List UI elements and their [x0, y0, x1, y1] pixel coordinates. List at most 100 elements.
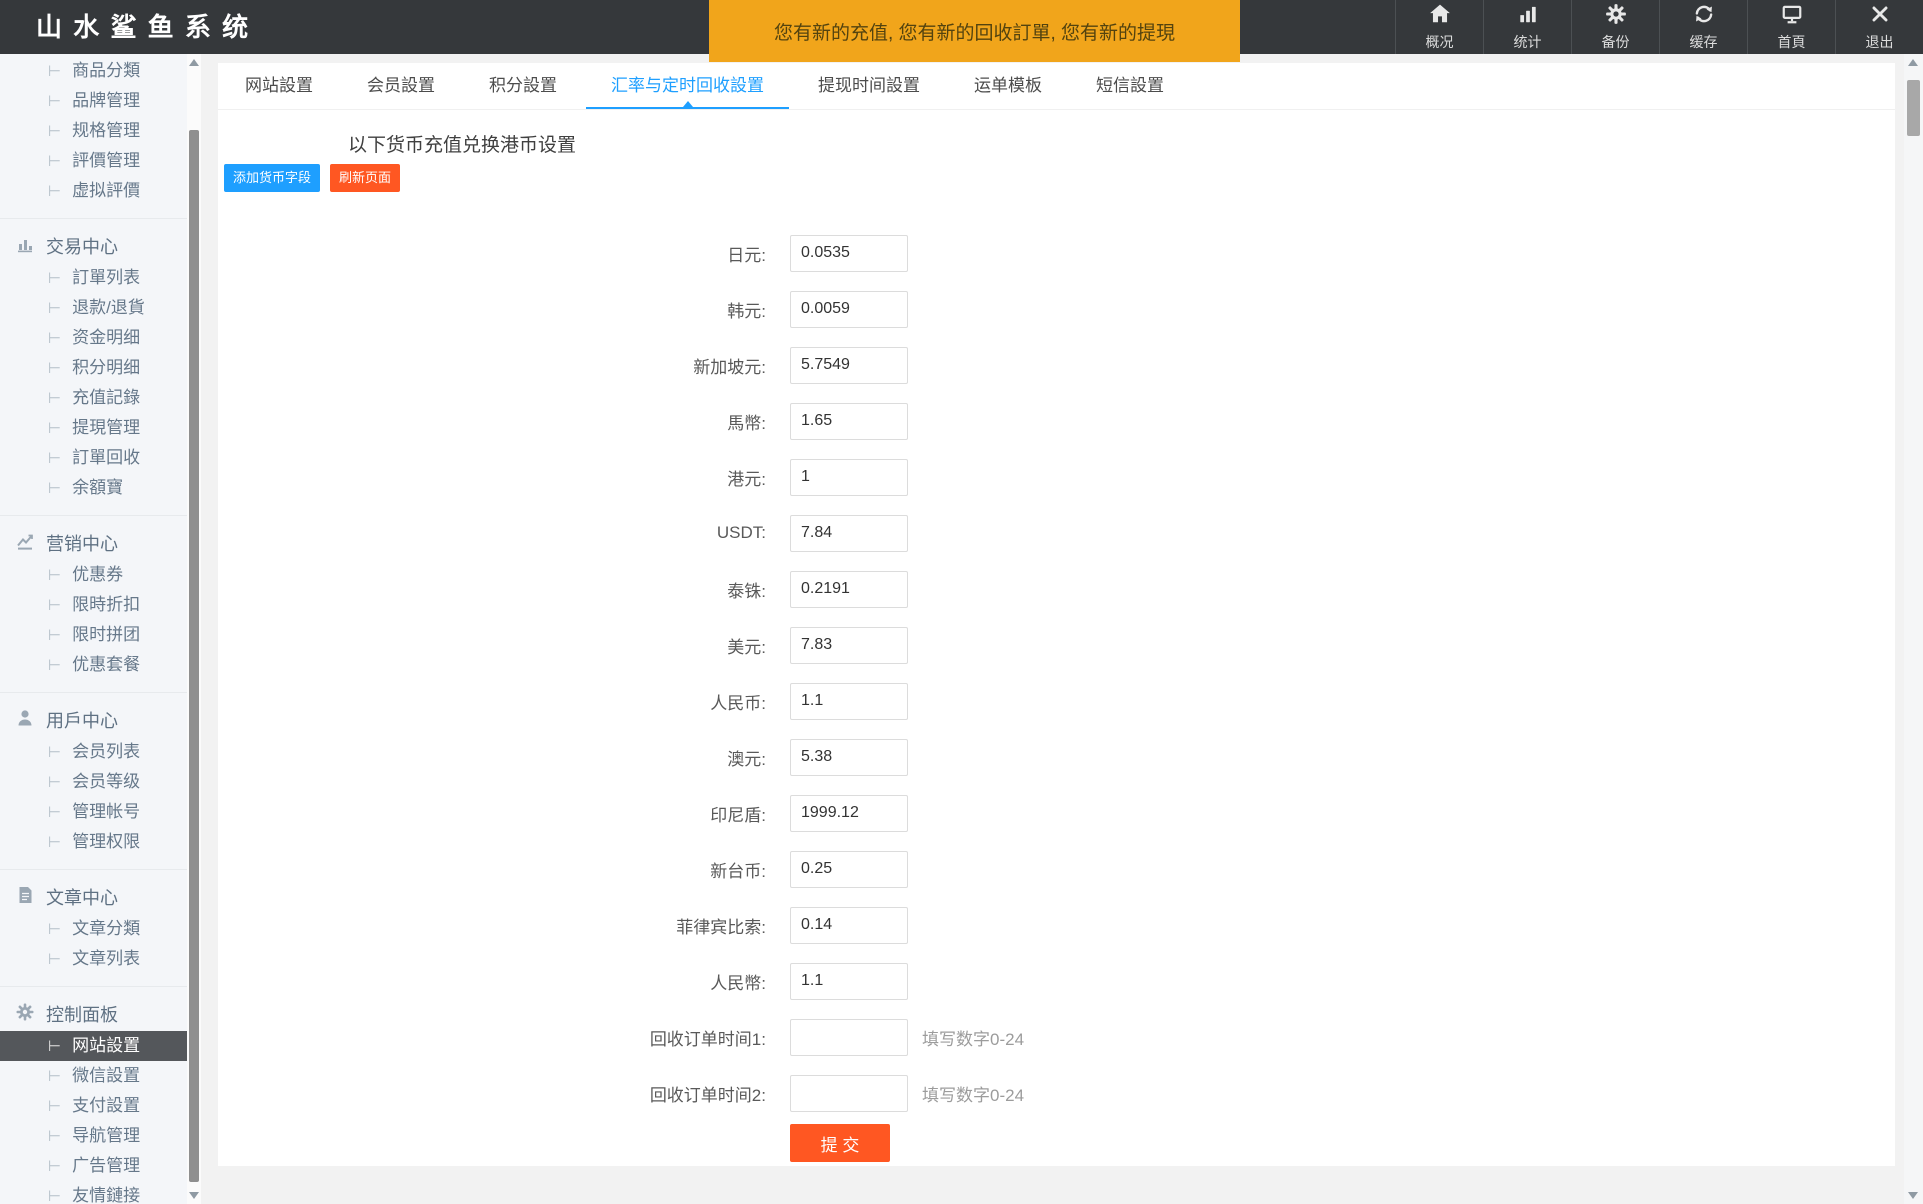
- tab-member-settings[interactable]: 会员設置: [340, 63, 462, 109]
- item-tick: ⊢: [48, 567, 62, 584]
- form-row-aud: 澳元:: [218, 729, 1895, 785]
- field-label: 回收订单时间1:: [649, 1029, 766, 1049]
- nav-item-overview[interactable]: 概况: [1395, 0, 1483, 54]
- tab-points-settings[interactable]: 积分設置: [462, 63, 584, 109]
- sidebar-item-review-management[interactable]: ⊢ 評價管理: [0, 146, 187, 176]
- sidebar-item-coupon[interactable]: ⊢ 优惠券: [0, 560, 187, 590]
- submit-button[interactable]: 提 交: [790, 1124, 890, 1162]
- sidebar-item-points-details[interactable]: ⊢ 积分明细: [0, 353, 187, 383]
- sidebar-item-label: 规格管理: [72, 121, 141, 140]
- submit-row: 提 交: [218, 1124, 1895, 1162]
- rate-input-rmb[interactable]: [790, 962, 908, 1000]
- field-label: 人民币:: [710, 693, 766, 713]
- rate-input-myr[interactable]: [790, 402, 908, 440]
- sidebar-scrollbar-thumb[interactable]: [189, 130, 199, 1182]
- rate-input-krw[interactable]: [790, 290, 908, 328]
- sidebar-header-user-center[interactable]: 用戶中心: [0, 703, 187, 737]
- tab-withdraw-time-settings[interactable]: 提现时间設置: [791, 63, 947, 109]
- field-label: 新台币:: [710, 861, 766, 881]
- sidebar-item-label: 会员列表: [72, 742, 141, 761]
- settings-tabbar: 网站設置 会员設置 积分設置 汇率与定时回收設置 提现时间設置 运单模板 短信設…: [218, 63, 1895, 110]
- sidebar-header-control-panel[interactable]: 控制面板: [0, 997, 187, 1031]
- sidebar-item-admin-permission[interactable]: ⊢ 管理权限: [0, 827, 187, 857]
- sidebar-item-time-discount[interactable]: ⊢ 限時折扣: [0, 590, 187, 620]
- sidebar-item-wechat-settings[interactable]: ⊢ 微信設置: [0, 1061, 187, 1091]
- sidebar-item-article-list[interactable]: ⊢ 文章列表: [0, 944, 187, 974]
- gear-icon: [15, 1002, 35, 1027]
- rate-input-thb[interactable]: [790, 570, 908, 608]
- sidebar-item-fund-details[interactable]: ⊢ 资金明细: [0, 323, 187, 353]
- item-tick: ⊢: [48, 1098, 62, 1115]
- add-currency-button[interactable]: 添加货币字段: [224, 164, 321, 192]
- sidebar-item-payment-settings[interactable]: ⊢ 支付設置: [0, 1091, 187, 1121]
- sidebar-item-spec-management[interactable]: ⊢ 规格管理: [0, 116, 187, 146]
- nav-item-backup[interactable]: 备份: [1571, 0, 1659, 54]
- recycle-time-2-input[interactable]: [790, 1074, 908, 1112]
- nav-label: 退出: [1865, 33, 1894, 50]
- page-scrollbar[interactable]: [1904, 54, 1923, 1204]
- sidebar-item-article-category[interactable]: ⊢ 文章分類: [0, 914, 187, 944]
- scroll-down-arrow-icon[interactable]: [1908, 1192, 1918, 1199]
- sidebar-item-product-category[interactable]: ⊢ 商品分類: [0, 56, 187, 86]
- refresh-page-button[interactable]: 刷新页面: [330, 164, 401, 192]
- sidebar-item-recharge-records[interactable]: ⊢ 充值記錄: [0, 383, 187, 413]
- rate-input-twd[interactable]: [790, 850, 908, 888]
- sidebar-item-label: 限時折扣: [72, 595, 141, 614]
- recycle-time-1-input[interactable]: [790, 1018, 908, 1056]
- rate-input-idr[interactable]: [790, 794, 908, 832]
- sidebar-item-member-level[interactable]: ⊢ 会员等级: [0, 767, 187, 797]
- sidebar-item-nav-management[interactable]: ⊢ 导航管理: [0, 1121, 187, 1151]
- sidebar-item-site-settings[interactable]: ⊢ 网站設置: [0, 1031, 187, 1061]
- sidebar-item-refund[interactable]: ⊢ 退款/退貨: [0, 293, 187, 323]
- rate-input-jpy[interactable]: [790, 234, 908, 272]
- sidebar-item-member-list[interactable]: ⊢ 会员列表: [0, 737, 187, 767]
- item-tick: ⊢: [48, 360, 62, 377]
- sidebar-item-friend-links[interactable]: ⊢ 友情鏈接: [0, 1181, 187, 1204]
- sidebar-item-ad-management[interactable]: ⊢ 广告管理: [0, 1151, 187, 1181]
- page-scrollbar-thumb[interactable]: [1907, 80, 1920, 136]
- rate-input-sgd[interactable]: [790, 346, 908, 384]
- notification-banner[interactable]: 您有新的充值, 您有新的回收訂單, 您有新的提現: [709, 0, 1240, 62]
- nav-item-logout[interactable]: 退出: [1835, 0, 1923, 54]
- form-row-recycle-time-2: 回收订单时间2: 填写数字0-24: [218, 1065, 1895, 1121]
- rate-input-aud[interactable]: [790, 738, 908, 776]
- nav-item-cache[interactable]: 缓存: [1659, 0, 1747, 54]
- tab-waybill-template[interactable]: 运单模板: [947, 63, 1069, 109]
- rate-input-usdt[interactable]: [790, 514, 908, 552]
- tab-sms-settings[interactable]: 短信設置: [1069, 63, 1191, 109]
- rate-input-cny[interactable]: [790, 682, 908, 720]
- sidebar-header-article-center[interactable]: 文章中心: [0, 880, 187, 914]
- scroll-up-arrow-icon[interactable]: [1908, 59, 1918, 66]
- sidebar-header-trade-center[interactable]: 交易中心: [0, 229, 187, 263]
- sidebar-item-brand-management[interactable]: ⊢ 品牌管理: [0, 86, 187, 116]
- item-tick: ⊢: [48, 480, 62, 497]
- form-row-cny: 人民币:: [218, 673, 1895, 729]
- sidebar-item-label: 訂單列表: [72, 268, 141, 287]
- sidebar-item-order-list[interactable]: ⊢ 訂單列表: [0, 263, 187, 293]
- rate-input-hkd[interactable]: [790, 458, 908, 496]
- form-row-recycle-time-1: 回收订单时间1: 填写数字0-24: [218, 1009, 1895, 1065]
- sidebar-item-order-recycle[interactable]: ⊢ 訂單回收: [0, 443, 187, 473]
- sidebar-item-label: 管理帐号: [72, 802, 141, 821]
- rate-input-php[interactable]: [790, 906, 908, 944]
- sidebar-header-label: 交易中心: [46, 237, 118, 257]
- nav-item-homepage[interactable]: 首頁: [1747, 0, 1835, 54]
- sidebar-item-group-buy[interactable]: ⊢ 限时拼团: [0, 620, 187, 650]
- sidebar-item-withdraw-management[interactable]: ⊢ 提現管理: [0, 413, 187, 443]
- sidebar-scrollbar[interactable]: [187, 54, 201, 1204]
- sidebar-header-marketing-center[interactable]: 营销中心: [0, 526, 187, 560]
- rate-input-usd[interactable]: [790, 626, 908, 664]
- sidebar-item-label: 文章分類: [72, 919, 141, 938]
- sidebar-item-virtual-review[interactable]: ⊢ 虚拟評價: [0, 176, 187, 206]
- sidebar-item-yuebao[interactable]: ⊢ 余額寶: [0, 473, 187, 503]
- sidebar-item-admin-account[interactable]: ⊢ 管理帐号: [0, 797, 187, 827]
- tab-site-settings[interactable]: 网站設置: [218, 63, 340, 109]
- nav-item-statistics[interactable]: 统计: [1483, 0, 1571, 54]
- sidebar-item-label: 品牌管理: [72, 91, 141, 110]
- sidebar-section-control: 控制面板 ⊢ 网站設置 ⊢ 微信設置 ⊢ 支付設置 ⊢ 导航管理 ⊢ 广告管理 ⊢ 友情鏈接: [0, 986, 187, 1204]
- scroll-up-arrow-icon[interactable]: [189, 59, 199, 66]
- item-tick: ⊢: [48, 93, 62, 110]
- sidebar-item-combo-deal[interactable]: ⊢ 优惠套餐: [0, 650, 187, 680]
- tab-exchange-rate-settings[interactable]: 汇率与定时回收設置: [584, 63, 791, 109]
- scroll-down-arrow-icon[interactable]: [189, 1192, 199, 1199]
